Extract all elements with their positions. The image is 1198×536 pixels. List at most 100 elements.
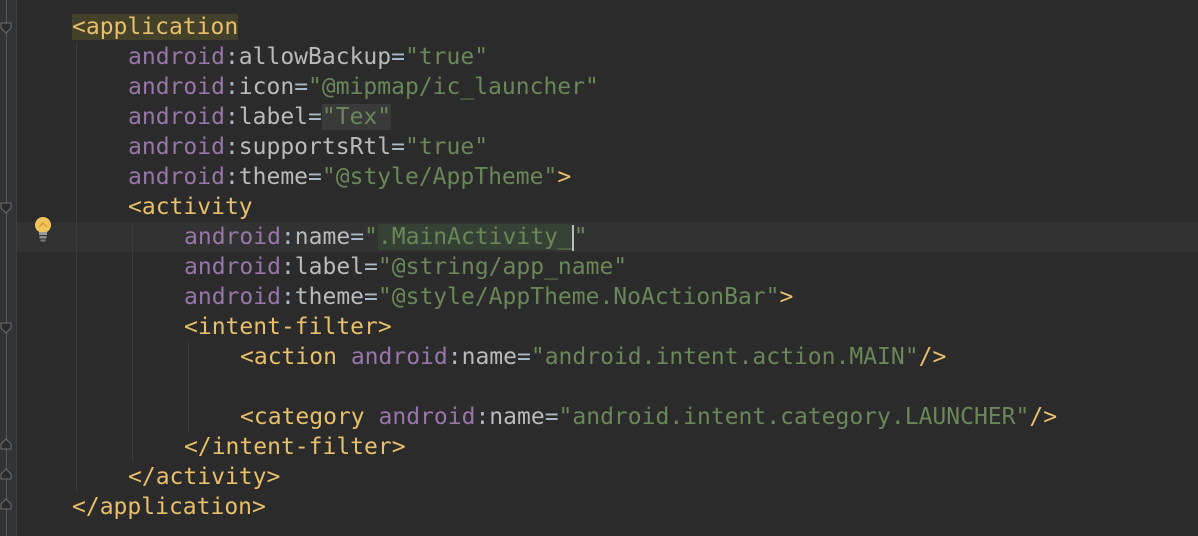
tag-close-bracket: > bbox=[779, 284, 794, 310]
code-line[interactable]: android:label="Tex" bbox=[128, 102, 392, 132]
equals-sign: = bbox=[350, 224, 365, 250]
equals-sign: = bbox=[517, 344, 531, 370]
namespace-colon: : bbox=[224, 44, 239, 70]
code-line[interactable]: </intent-filter> bbox=[184, 432, 406, 462]
code-line[interactable]: <action android:name="android.intent.act… bbox=[240, 342, 946, 372]
attribute-name: theme bbox=[294, 284, 365, 310]
attribute-namespace: android bbox=[350, 344, 448, 370]
code-line[interactable]: <application bbox=[72, 12, 239, 42]
attribute-value: "Tex" bbox=[321, 104, 392, 130]
attribute-namespace: android bbox=[128, 134, 225, 160]
fold-collapse-icon[interactable] bbox=[0, 322, 12, 334]
equals-sign: = bbox=[294, 74, 309, 100]
attribute-name: icon bbox=[238, 74, 295, 100]
code-editor[interactable]: <application android:allowBackup="true" … bbox=[0, 0, 1198, 536]
namespace-colon: : bbox=[224, 104, 239, 130]
fold-guide-line bbox=[6, 0, 7, 536]
attribute-namespace: android bbox=[128, 74, 225, 100]
tag-open-bracket: </ bbox=[72, 494, 100, 520]
attribute-namespace: android bbox=[184, 224, 281, 250]
indent-guide bbox=[76, 42, 77, 492]
attribute-value: "android.intent.category.LAUNCHER" bbox=[558, 404, 1030, 430]
tag-name: application bbox=[85, 14, 239, 40]
attribute-namespace: android bbox=[128, 164, 225, 190]
code-line[interactable]: android:label="@string/app_name" bbox=[184, 252, 627, 282]
attribute-value-quote: " bbox=[573, 224, 588, 250]
namespace-colon: : bbox=[224, 74, 239, 100]
equals-sign: = bbox=[544, 404, 559, 430]
attribute-value: "@mipmap/ic_launcher" bbox=[308, 74, 599, 100]
fold-end-icon[interactable] bbox=[0, 468, 12, 480]
code-line[interactable]: android:allowBackup="true" bbox=[128, 42, 488, 72]
tag-close-bracket: > bbox=[557, 164, 572, 190]
attribute-value: "@style/AppTheme" bbox=[321, 164, 558, 190]
attribute-value-quote: " bbox=[364, 224, 378, 250]
editor-gutter bbox=[0, 0, 17, 536]
tag-close-bracket: > bbox=[377, 314, 392, 340]
indent-guide bbox=[188, 342, 189, 432]
lightbulb-icon[interactable] bbox=[33, 215, 53, 245]
attribute-value: "@string/app_name" bbox=[377, 254, 628, 280]
code-line[interactable]: android:theme="@style/AppTheme.NoActionB… bbox=[184, 282, 793, 312]
attribute-namespace: android bbox=[128, 104, 225, 130]
indent-guide bbox=[132, 222, 133, 462]
fold-end-icon[interactable] bbox=[0, 498, 12, 510]
code-line[interactable]: android:icon="@mipmap/ic_launcher" bbox=[128, 72, 599, 102]
attribute-namespace: android bbox=[184, 254, 281, 280]
attribute-namespace: android bbox=[184, 284, 281, 310]
code-line[interactable]: </activity> bbox=[128, 462, 280, 492]
attribute-namespace: android bbox=[378, 404, 476, 430]
attribute-name: name bbox=[294, 224, 351, 250]
attribute-value: "true" bbox=[404, 134, 489, 160]
namespace-colon: : bbox=[280, 254, 295, 280]
code-line[interactable]: <intent-filter> bbox=[184, 312, 392, 342]
fold-collapse-icon[interactable] bbox=[0, 202, 12, 214]
attribute-name: theme bbox=[238, 164, 309, 190]
attribute-name: allowBackup bbox=[238, 44, 392, 70]
tag-open-bracket: </ bbox=[184, 434, 212, 460]
tag-name: intent-filter bbox=[197, 314, 378, 340]
tag-name: application bbox=[99, 494, 253, 520]
tag-close-bracket: > bbox=[252, 494, 266, 520]
namespace-colon: : bbox=[224, 164, 239, 190]
tag-name: category bbox=[253, 404, 365, 430]
code-line[interactable]: android:theme="@style/AppTheme"> bbox=[128, 162, 571, 192]
attribute-name: supportsRtl bbox=[238, 134, 392, 160]
equals-sign: = bbox=[391, 44, 405, 70]
code-line[interactable]: <activity bbox=[128, 192, 253, 222]
tag-name: intent-filter bbox=[211, 434, 392, 460]
fold-collapse-icon[interactable] bbox=[0, 22, 12, 34]
namespace-colon: : bbox=[475, 404, 490, 430]
namespace-colon: : bbox=[224, 134, 239, 160]
tag-open-bracket: </ bbox=[128, 464, 156, 490]
attribute-name: name bbox=[489, 404, 545, 430]
attribute-value: "@style/AppTheme.NoActionBar" bbox=[377, 284, 780, 310]
attribute-namespace: android bbox=[128, 44, 225, 70]
tag-close-bracket: /> bbox=[1029, 404, 1058, 430]
tag-close-bracket: > bbox=[391, 434, 406, 460]
attribute-value: "android.intent.action.MAIN" bbox=[530, 344, 919, 370]
code-line[interactable]: android:name=".MainActivity_" bbox=[184, 222, 588, 252]
attribute-name: label bbox=[294, 254, 365, 280]
code-line[interactable]: android:supportsRtl="true" bbox=[128, 132, 488, 162]
equals-sign: = bbox=[308, 164, 322, 190]
attribute-name: name bbox=[461, 344, 517, 370]
fold-end-icon[interactable] bbox=[0, 438, 12, 450]
attribute-value: .MainActivity_ bbox=[377, 224, 572, 250]
tag-close-bracket: /> bbox=[918, 344, 947, 370]
tag-close-bracket: > bbox=[266, 464, 281, 490]
namespace-colon: : bbox=[280, 284, 295, 310]
equals-sign: = bbox=[364, 284, 378, 310]
attribute-value: "true" bbox=[404, 44, 489, 70]
equals-sign: = bbox=[364, 254, 378, 280]
tag-open-bracket: < bbox=[72, 14, 86, 40]
code-line[interactable]: </application> bbox=[72, 492, 266, 522]
code-line[interactable]: <category android:name="android.intent.c… bbox=[240, 402, 1057, 432]
tag-open-bracket: < bbox=[184, 314, 198, 340]
tag-open-bracket: < bbox=[240, 404, 254, 430]
tag-name: activity bbox=[141, 194, 253, 220]
equals-sign: = bbox=[391, 134, 405, 160]
tag-name: activity bbox=[155, 464, 267, 490]
tag-name: action bbox=[253, 344, 337, 370]
